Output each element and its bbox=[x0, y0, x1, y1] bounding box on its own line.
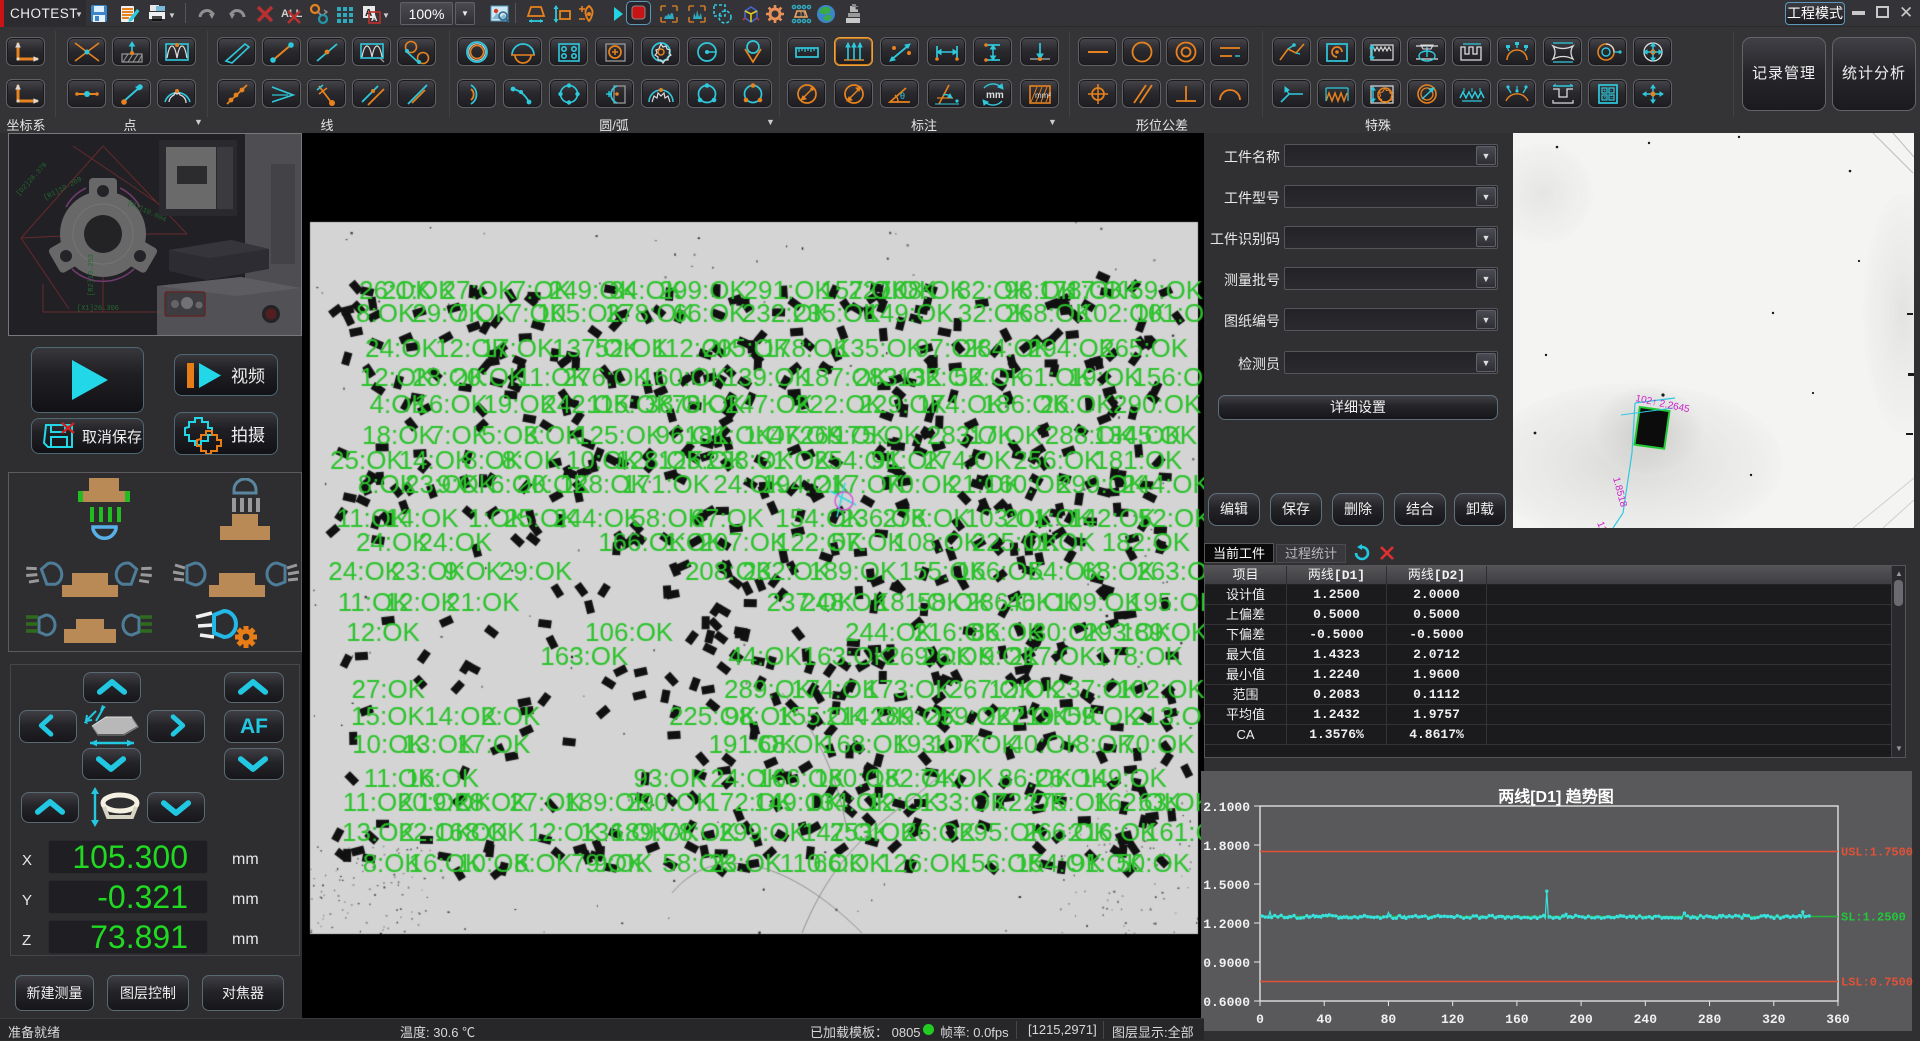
svg-text:取消保存: 取消保存 bbox=[82, 429, 142, 446]
svg-text:320: 320 bbox=[1762, 1012, 1786, 1027]
svg-text:+: + bbox=[1603, 89, 1607, 95]
svg-text:80: 80 bbox=[1381, 1012, 1397, 1027]
svg-text:拍摄: 拍摄 bbox=[231, 426, 265, 445]
svg-text:40: 40 bbox=[1316, 1012, 1332, 1027]
svg-text:160: 160 bbox=[1505, 1012, 1529, 1027]
svg-text:视频: 视频 bbox=[231, 367, 265, 386]
svg-text:2.1000: 2.1000 bbox=[1203, 800, 1250, 815]
svg-text:θ: θ bbox=[900, 91, 905, 101]
svg-text:280: 280 bbox=[1698, 1012, 1722, 1027]
svg-text:1.8000: 1.8000 bbox=[1203, 839, 1250, 854]
svg-text:USL:1.7500: USL:1.7500 bbox=[1841, 846, 1913, 860]
svg-text:0.9000: 0.9000 bbox=[1203, 956, 1250, 971]
svg-text:1.2000: 1.2000 bbox=[1203, 917, 1250, 932]
svg-text:200: 200 bbox=[1569, 1012, 1593, 1027]
svg-text:LSL:0.7500: LSL:0.7500 bbox=[1841, 976, 1913, 990]
svg-text:1.5000: 1.5000 bbox=[1203, 878, 1250, 893]
svg-text:-: - bbox=[1610, 89, 1612, 95]
svg-text:A: A bbox=[371, 13, 378, 23]
svg-text:240: 240 bbox=[1634, 1012, 1658, 1027]
svg-text:两线[D1] 趋势图: 两线[D1] 趋势图 bbox=[1498, 787, 1614, 806]
svg-text:mm: mm bbox=[986, 90, 1004, 101]
svg-text:0: 0 bbox=[1256, 1012, 1264, 1027]
svg-text:SL:1.2500: SL:1.2500 bbox=[1841, 911, 1906, 925]
svg-text:120: 120 bbox=[1441, 1012, 1465, 1027]
svg-text:0.6000: 0.6000 bbox=[1203, 995, 1250, 1010]
svg-text:×: × bbox=[1603, 96, 1607, 102]
svg-text:11: 11 bbox=[799, 12, 806, 19]
svg-text:360: 360 bbox=[1826, 1012, 1850, 1027]
svg-text:mm²: mm² bbox=[1035, 91, 1051, 100]
